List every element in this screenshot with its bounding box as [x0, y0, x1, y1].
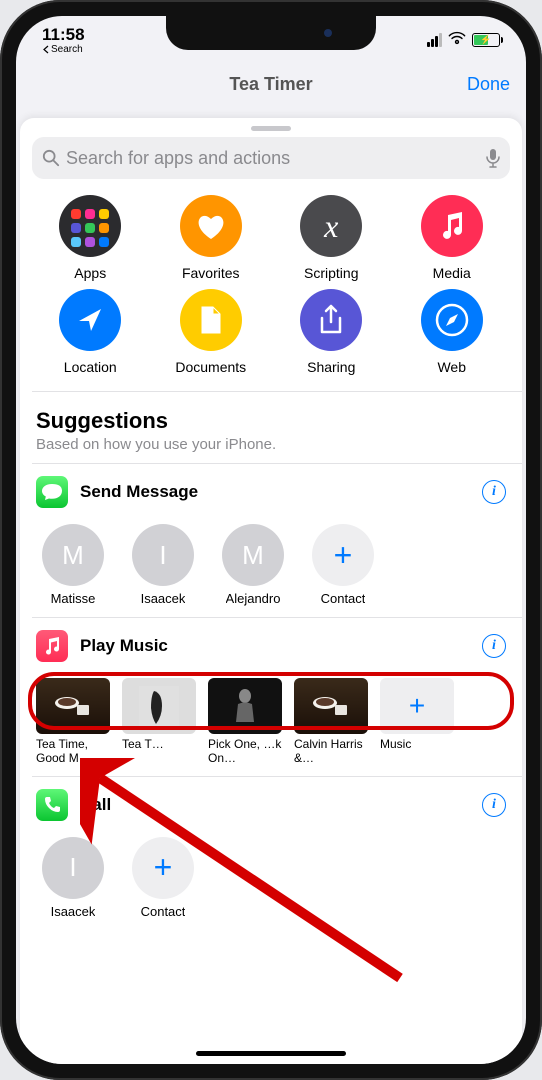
- category-label: Media: [433, 265, 471, 281]
- search-placeholder: Search for apps and actions: [66, 148, 290, 169]
- add-contact-chip[interactable]: + Contact: [306, 524, 380, 607]
- category-label: Location: [64, 359, 117, 375]
- music-item[interactable]: Tea T…: [122, 678, 196, 766]
- action-title: Send Message: [80, 482, 470, 502]
- action-call[interactable]: Call i: [20, 777, 522, 833]
- sheet-grabber[interactable]: [251, 126, 291, 131]
- contact-name: Isaacek: [51, 905, 96, 920]
- category-label: Favorites: [182, 265, 240, 281]
- back-label: Search: [51, 44, 83, 55]
- music-item[interactable]: Calvin Harris &…: [294, 678, 368, 766]
- action-title: Call: [80, 795, 470, 815]
- share-icon: [300, 289, 362, 351]
- music-note-icon: [421, 195, 483, 257]
- avatar: I: [132, 524, 194, 586]
- nav-bar: Tea Timer Done: [16, 64, 526, 97]
- music-label: Calvin Harris &…: [294, 738, 368, 766]
- music-item[interactable]: Tea Time, Good M…: [36, 678, 110, 766]
- category-apps[interactable]: Apps: [32, 195, 149, 281]
- action-sheet: Search for apps and actions Apps: [20, 118, 522, 1064]
- music-label: Pick One, …k On…: [208, 738, 282, 766]
- category-favorites[interactable]: Favorites: [153, 195, 270, 281]
- contact-name: Matisse: [51, 592, 96, 607]
- add-label: Contact: [141, 905, 186, 920]
- category-label: Web: [437, 359, 466, 375]
- suggestions-subtitle: Based on how you use your iPhone.: [36, 436, 506, 453]
- categories-grid: Apps Favorites x Scripting Media: [20, 191, 522, 391]
- contact-chip[interactable]: M Matisse: [36, 524, 110, 607]
- avatar: M: [42, 524, 104, 586]
- music-label: Tea T…: [122, 738, 196, 752]
- album-art: [208, 678, 282, 734]
- done-button[interactable]: Done: [467, 74, 510, 95]
- avatar: I: [42, 837, 104, 899]
- suggestions-title: Suggestions: [36, 408, 506, 434]
- wifi-icon: [448, 30, 466, 50]
- plus-icon: +: [132, 837, 194, 899]
- add-music-item[interactable]: + Music: [380, 678, 454, 766]
- info-icon[interactable]: i: [482, 634, 506, 658]
- action-send-message[interactable]: Send Message i: [20, 464, 522, 520]
- info-icon[interactable]: i: [482, 793, 506, 817]
- category-scripting[interactable]: x Scripting: [273, 195, 390, 281]
- music-item[interactable]: Pick One, …k On…: [208, 678, 282, 766]
- category-sharing[interactable]: Sharing: [273, 289, 390, 375]
- page-title: Tea Timer: [229, 74, 312, 95]
- info-icon[interactable]: i: [482, 480, 506, 504]
- microphone-icon[interactable]: [486, 148, 500, 168]
- add-label: Music: [380, 738, 454, 752]
- category-label: Scripting: [304, 265, 358, 281]
- album-art: [294, 678, 368, 734]
- action-title: Play Music: [80, 636, 470, 656]
- apps-icon: [59, 195, 121, 257]
- plus-icon: +: [312, 524, 374, 586]
- plus-icon: +: [380, 678, 454, 734]
- document-icon: [180, 289, 242, 351]
- contact-chip[interactable]: I Isaacek: [36, 837, 110, 920]
- compass-icon: [421, 289, 483, 351]
- battery-icon: ⚡: [472, 33, 500, 47]
- send-message-contacts: M Matisse I Isaacek M Alejandro + Contac…: [20, 520, 522, 617]
- messages-app-icon: [36, 476, 68, 508]
- contact-name: Isaacek: [141, 592, 186, 607]
- search-input[interactable]: Search for apps and actions: [32, 137, 510, 179]
- suggestions-header: Suggestions Based on how you use your iP…: [20, 392, 522, 463]
- contact-chip[interactable]: I Isaacek: [126, 524, 200, 607]
- add-contact-chip[interactable]: + Contact: [126, 837, 200, 920]
- call-contacts: I Isaacek + Contact: [20, 833, 522, 922]
- phone-app-icon: [36, 789, 68, 821]
- category-location[interactable]: Location: [32, 289, 149, 375]
- category-label: Sharing: [307, 359, 355, 375]
- cellular-signal-icon: [427, 33, 442, 47]
- category-web[interactable]: Web: [394, 289, 511, 375]
- album-art: [122, 678, 196, 734]
- back-to-search[interactable]: Search: [42, 44, 85, 55]
- album-art: [36, 678, 110, 734]
- action-play-music[interactable]: Play Music i: [20, 618, 522, 674]
- heart-icon: [180, 195, 242, 257]
- home-indicator[interactable]: [196, 1051, 346, 1056]
- add-label: Contact: [321, 592, 366, 607]
- play-music-items: Tea Time, Good M… Tea T… Pick One, …k On…: [20, 674, 522, 776]
- scripting-icon: x: [300, 195, 362, 257]
- location-arrow-icon: [59, 289, 121, 351]
- notch: [166, 16, 376, 50]
- phone-frame: 11:58 Search ⚡ Tea Timer Done: [0, 0, 542, 1080]
- search-icon: [42, 149, 60, 167]
- contact-chip[interactable]: M Alejandro: [216, 524, 290, 607]
- category-media[interactable]: Media: [394, 195, 511, 281]
- music-app-icon: [36, 630, 68, 662]
- category-documents[interactable]: Documents: [153, 289, 270, 375]
- category-label: Documents: [175, 359, 246, 375]
- category-label: Apps: [74, 265, 106, 281]
- status-time: 11:58: [42, 25, 85, 45]
- music-label: Tea Time, Good M…: [36, 738, 110, 766]
- contact-name: Alejandro: [226, 592, 281, 607]
- screen: 11:58 Search ⚡ Tea Timer Done: [16, 16, 526, 1064]
- avatar: M: [222, 524, 284, 586]
